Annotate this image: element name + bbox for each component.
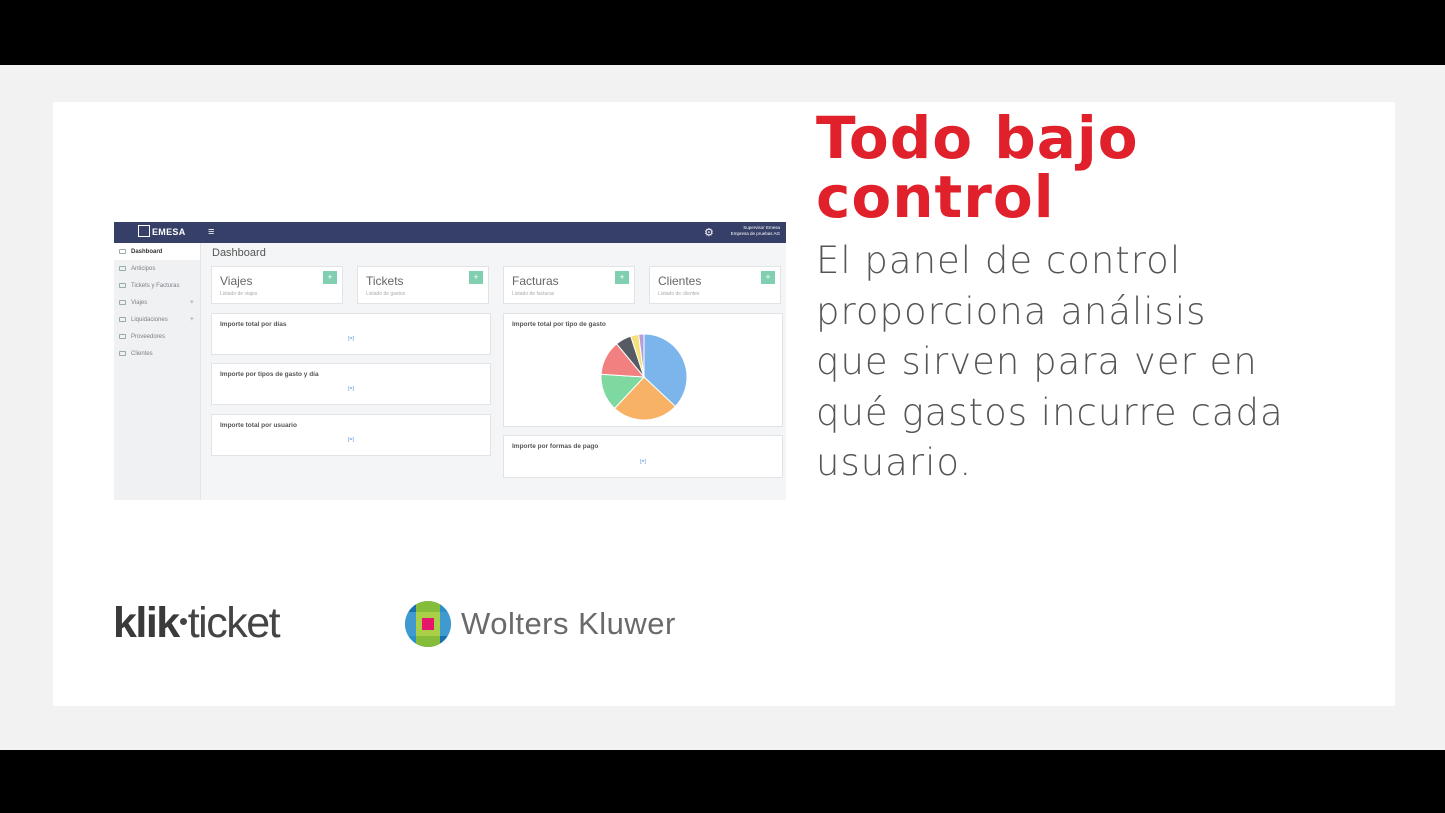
stat-sub: Listado de clientes bbox=[658, 291, 700, 297]
klik-logo-light: ticket bbox=[187, 599, 281, 647]
panel-title: Importe por tipos de gasto y día bbox=[220, 371, 319, 378]
sidebar-item-dashboard[interactable]: Dashboard bbox=[114, 243, 200, 260]
pie-chart bbox=[600, 333, 688, 421]
stat-card-clientes[interactable]: Clientes Listado de clientes + bbox=[649, 266, 781, 304]
loading-icon: [=] bbox=[348, 336, 354, 342]
hamburger-menu-icon[interactable]: ≡ bbox=[208, 226, 214, 238]
add-button[interactable]: + bbox=[323, 271, 337, 284]
sidebar: Dashboard Anticipos Tickets y Facturas V… bbox=[114, 243, 201, 500]
table-icon bbox=[119, 317, 126, 322]
add-button[interactable]: + bbox=[615, 271, 629, 284]
user-icon bbox=[119, 334, 126, 339]
sidebar-item-liquidaciones[interactable]: Liquidaciones + bbox=[114, 311, 200, 328]
users-icon bbox=[119, 300, 126, 305]
panel-title: Importe total por días bbox=[220, 321, 287, 328]
panel-importe-tipo-gasto: Importe total por tipo de gasto bbox=[503, 313, 783, 427]
sidebar-item-proveedores[interactable]: Proveedores bbox=[114, 328, 200, 345]
loading-icon: [=] bbox=[348, 437, 354, 443]
klikticket-logo: klik ticket bbox=[113, 599, 281, 648]
panel-title: Importe por formas de pago bbox=[512, 443, 599, 450]
loading-icon: [=] bbox=[348, 386, 354, 392]
add-button[interactable]: + bbox=[469, 271, 483, 284]
panel-title: Importe total por usuario bbox=[220, 422, 297, 429]
stat-name: Clientes bbox=[658, 274, 702, 288]
sidebar-item-label: Proveedores bbox=[131, 333, 166, 340]
sidebar-item-label: Tickets y Facturas bbox=[131, 282, 180, 289]
panel-title: Importe total por tipo de gasto bbox=[512, 321, 606, 328]
panel-importe-dias: Importe total por días [=] bbox=[211, 313, 491, 355]
stat-name: Facturas bbox=[512, 274, 559, 288]
dashboard-screenshot: EMESA ≡ ⚙ Supervisor Emesa Empresa de pr… bbox=[114, 222, 786, 500]
sidebar-item-anticipos[interactable]: Anticipos bbox=[114, 260, 200, 277]
expand-icon[interactable]: + bbox=[190, 299, 194, 306]
user-company: Empresa de pruebas AG bbox=[730, 231, 780, 236]
logo-mark-icon bbox=[138, 225, 150, 237]
add-button[interactable]: + bbox=[761, 271, 775, 284]
emesa-logo[interactable]: EMESA bbox=[138, 225, 186, 237]
monitor-icon bbox=[119, 249, 126, 254]
stat-sub: Listado de viajes bbox=[220, 291, 258, 297]
loading-icon: [=] bbox=[640, 459, 646, 465]
sidebar-item-clientes[interactable]: Clientes bbox=[114, 345, 200, 362]
gear-icon[interactable]: ⚙ bbox=[704, 226, 714, 239]
stat-card-facturas[interactable]: Facturas Listado de facturas + bbox=[503, 266, 635, 304]
sidebar-item-label: Dashboard bbox=[131, 248, 163, 255]
wolters-kluwer-logo-text: Wolters Kluwer bbox=[461, 606, 676, 641]
document-icon bbox=[119, 283, 126, 288]
stat-sub: Listado de gastos bbox=[366, 291, 406, 297]
sidebar-item-label: Liquidaciones bbox=[131, 316, 168, 323]
sidebar-item-label: Clientes bbox=[131, 350, 153, 357]
card-icon bbox=[119, 266, 126, 271]
top-navbar: EMESA ≡ ⚙ Supervisor Emesa Empresa de pr… bbox=[114, 222, 786, 243]
page-title: Dashboard bbox=[212, 247, 266, 259]
logo-text: EMESA bbox=[152, 227, 186, 237]
sidebar-item-viajes[interactable]: Viajes + bbox=[114, 294, 200, 311]
sidebar-item-label: Anticipos bbox=[131, 265, 156, 272]
sidebar-item-label: Viajes bbox=[131, 299, 148, 306]
stat-card-tickets[interactable]: Tickets Listado de gastos + bbox=[357, 266, 489, 304]
slide-headline: Todo bajo control bbox=[816, 104, 1139, 231]
panel-importe-tipos-dia: Importe por tipos de gasto y día [=] bbox=[211, 363, 491, 405]
stat-sub: Listado de facturas bbox=[512, 291, 555, 297]
wolters-kluwer-globe-icon bbox=[405, 601, 451, 647]
logo-dot bbox=[179, 618, 187, 626]
expand-icon[interactable]: + bbox=[190, 316, 194, 323]
stat-name: Viajes bbox=[220, 274, 253, 288]
sidebar-item-tickets-facturas[interactable]: Tickets y Facturas bbox=[114, 277, 200, 294]
stat-name: Tickets bbox=[366, 274, 404, 288]
slide-body-text: El panel de control proporciona análisis… bbox=[816, 239, 1284, 484]
panel-importe-usuario: Importe total por usuario [=] bbox=[211, 414, 491, 456]
user-info[interactable]: Supervisor Emesa Empresa de pruebas AG bbox=[716, 225, 780, 237]
user-icon bbox=[119, 351, 126, 356]
panel-importe-formas-pago: Importe por formas de pago [=] bbox=[503, 435, 783, 478]
stat-card-viajes[interactable]: Viajes Listado de viajes + bbox=[211, 266, 343, 304]
klik-logo-bold: klik bbox=[113, 599, 180, 647]
